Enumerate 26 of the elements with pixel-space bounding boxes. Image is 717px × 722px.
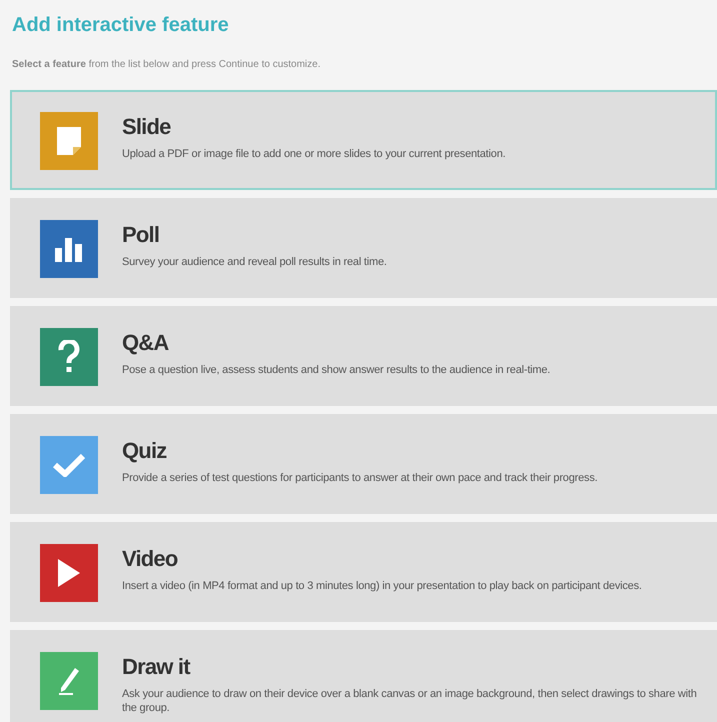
feature-title: Quiz (122, 438, 168, 464)
instruction-text: Select a feature from the list below and press Continue to customize. (12, 59, 322, 70)
question-mark-icon (58, 340, 80, 374)
feature-description: Survey your audience and reveal poll results in real time. (122, 256, 387, 270)
feature-description: Provide a series of test questions for participants to answer at their own pace and track their progress. (122, 472, 598, 486)
feature-title: Slide (122, 114, 172, 140)
feature-title: Q&A (122, 330, 170, 356)
feature-description: Upload a PDF or image file to add one or more slides to your current presentation. (122, 148, 506, 162)
feature-option[interactable]: Slide Upload a PDF or image file to add one or more slides to your current presentation. (10, 90, 717, 190)
pencil-icon (57, 666, 81, 696)
feature-description: Ask your audience to draw on their device over a blank canvas or an image background, then select drawings to share with the group. (122, 688, 698, 716)
bar-chart-icon (54, 236, 84, 262)
feature-option[interactable]: Poll Survey your audience and reveal poll results in real time. (10, 198, 717, 298)
feature-description: Insert a video (in MP4 format and up to 3 minutes long) in your presentation to play back on participant devices. (122, 580, 642, 594)
dialog-title: Add interactive feature (12, 14, 230, 37)
feature-title: Video (122, 546, 179, 572)
feature-description: Pose a question live, assess students and show answer results to the audience in real-time. (122, 364, 550, 378)
feature-option[interactable]: Quiz Provide a series of test questions for participants to answer at their own pace and track their progress. (10, 414, 717, 514)
play-icon (57, 558, 81, 588)
page-icon (56, 126, 82, 156)
checkmark-icon (52, 453, 86, 477)
feature-option[interactable]: Video Insert a video (in MP4 format and up to 3 minutes long) in your presentation to play back on participant devices. (10, 522, 717, 622)
feature-option[interactable]: Q&A Pose a question live, assess students and show answer results to the audience in real-time. (10, 306, 717, 406)
feature-option[interactable]: Draw it Ask your audience to draw on their device over a blank canvas or an image background, then select drawings to share with the group. (10, 630, 717, 722)
feature-title: Draw it (122, 654, 192, 680)
feature-title: Poll (122, 222, 160, 248)
